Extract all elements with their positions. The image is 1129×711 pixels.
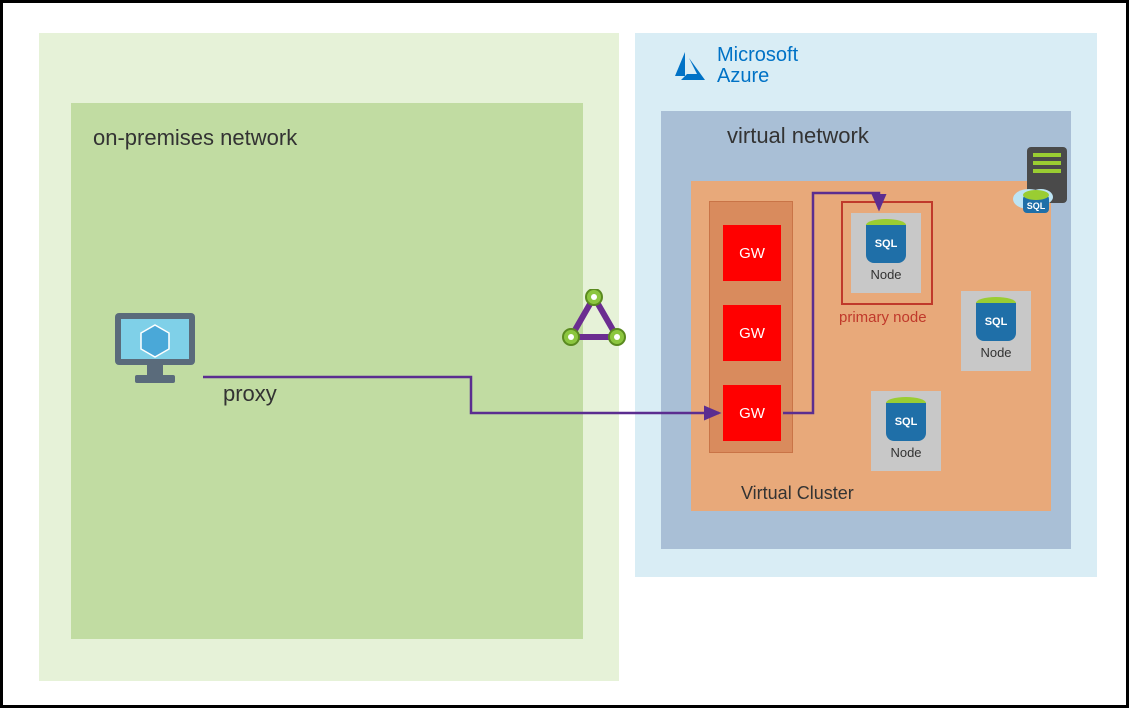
load-balancer-icon [561, 289, 627, 354]
diagram-frame: on-premises network Microsoft Azure virt… [0, 0, 1129, 708]
virtual-network-title: virtual network [727, 123, 869, 149]
sql-node-primary: SQL Node [851, 213, 921, 293]
svg-text:SQL: SQL [1027, 201, 1046, 211]
gateway-label: GW [739, 245, 765, 262]
client-monitor-icon [111, 309, 199, 389]
sql-node-label: Node [871, 445, 941, 460]
sql-node-3: SQL Node [871, 391, 941, 471]
sql-barrel-label: SQL [895, 416, 918, 428]
azure-brand-line2: Azure [717, 66, 798, 87]
sql-node-label: Node [851, 267, 921, 282]
gateway-label: GW [739, 405, 765, 422]
sql-barrel-label: SQL [985, 316, 1008, 328]
gateway-3: GW [723, 385, 781, 441]
virtual-cluster-title: Virtual Cluster [741, 483, 854, 504]
sql-server-icon: SQL [1013, 147, 1073, 221]
azure-logo: Microsoft Azure [671, 45, 798, 87]
onprem-title: on-premises network [93, 125, 297, 151]
azure-logo-text: Microsoft Azure [717, 45, 798, 87]
sql-barrel-icon: SQL [976, 297, 1016, 341]
primary-node-label: primary node [839, 309, 927, 326]
sql-node-2: SQL Node [961, 291, 1031, 371]
gateway-2: GW [723, 305, 781, 361]
proxy-label: proxy [223, 381, 277, 407]
sql-barrel-label: SQL [875, 238, 898, 250]
sql-node-label: Node [961, 345, 1031, 360]
sql-barrel-icon: SQL [886, 397, 926, 441]
azure-brand-line1: Microsoft [717, 45, 798, 66]
gateway-1: GW [723, 225, 781, 281]
gateway-label: GW [739, 325, 765, 342]
azure-logo-icon [671, 50, 707, 82]
sql-barrel-icon: SQL [866, 219, 906, 263]
